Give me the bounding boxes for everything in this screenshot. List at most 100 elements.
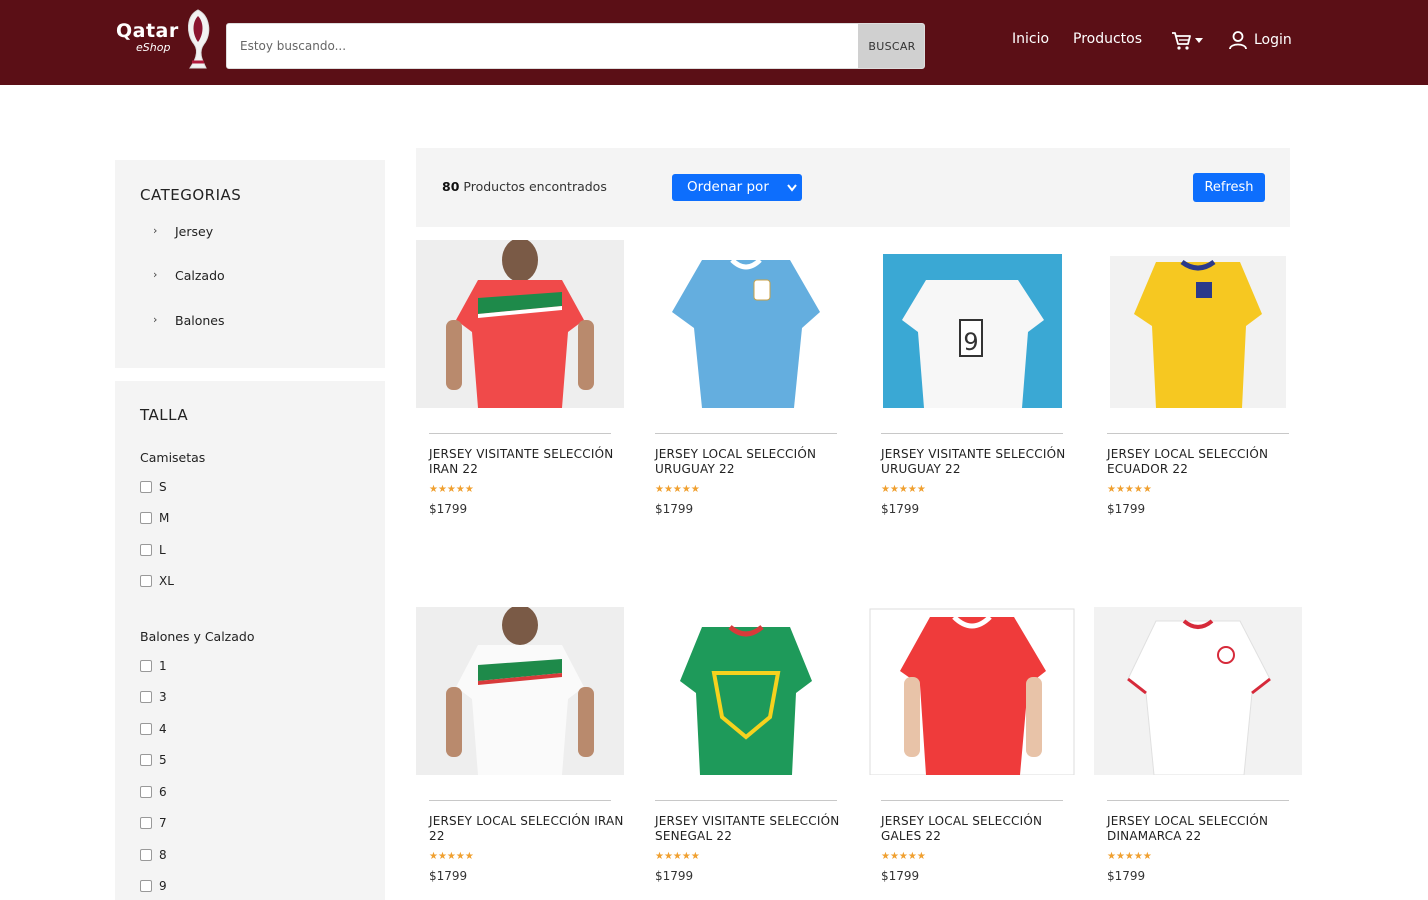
card-divider: [655, 800, 837, 801]
product-title[interactable]: JERSEY LOCAL SELECCIÓN ECUADOR 22: [1107, 447, 1307, 477]
card-divider: [429, 433, 611, 434]
size-label: L: [159, 543, 166, 557]
shopping-cart-icon: [1172, 32, 1191, 50]
camisetas-subtitle: Camisetas: [140, 450, 206, 465]
product-image-wales-home[interactable]: [868, 607, 1076, 775]
product-title[interactable]: JERSEY VISITANTE SELECCIÓN SENEGAL 22: [655, 814, 855, 844]
size-checkbox[interactable]: [140, 691, 152, 703]
categories-panel: CATEGORIAS › Jersey › Calzado › Balones: [115, 160, 385, 368]
size-checkbox[interactable]: [140, 575, 152, 587]
results-toolbar: 80 Productos encontrados Ordenar por Ref…: [416, 148, 1290, 227]
size-title: TALLA: [140, 406, 189, 424]
product-card[interactable]: 9 JERSEY VISITANTE SELECCIÓN URUGUAY 22 …: [868, 240, 1084, 530]
product-card[interactable]: JERSEY VISITANTE SELECCIÓN IRAN 22 ★★★★★…: [416, 240, 632, 530]
product-price: $1799: [429, 869, 468, 883]
card-divider: [881, 800, 1063, 801]
results-count-number: 80: [442, 179, 460, 194]
chevron-right-icon: ›: [153, 268, 158, 281]
world-cup-emblem-icon: [188, 9, 210, 69]
product-title[interactable]: JERSEY LOCAL SELECCIÓN IRAN 22: [429, 814, 629, 844]
caret-down-icon: [1195, 38, 1203, 43]
nav-link-productos[interactable]: Productos: [1073, 31, 1142, 51]
size-label: M: [159, 511, 170, 525]
product-price: $1799: [881, 502, 920, 516]
results-count: 80 Productos encontrados: [442, 179, 607, 194]
qatar-eshop-logo[interactable]: Qatar eShop: [114, 8, 216, 74]
product-price: $1799: [1107, 869, 1146, 883]
product-image-iran-home[interactable]: [416, 607, 624, 775]
size-checkbox[interactable]: [140, 817, 152, 829]
categories-title: CATEGORIAS: [140, 186, 242, 204]
rating-stars: ★★★★★: [1107, 484, 1152, 495]
product-title[interactable]: JERSEY VISITANTE SELECCIÓN URUGUAY 22: [881, 447, 1081, 477]
rating-stars: ★★★★★: [429, 484, 474, 495]
logo-text: Qatar: [116, 20, 179, 42]
size-label: 4: [159, 722, 167, 736]
product-title[interactable]: JERSEY LOCAL SELECCIÓN DINAMARCA 22: [1107, 814, 1307, 844]
rating-stars: ★★★★★: [881, 851, 926, 862]
size-checkbox[interactable]: [140, 754, 152, 766]
category-label: Jersey: [175, 224, 214, 239]
size-checkbox[interactable]: [140, 723, 152, 735]
logo-subtext: eShop: [136, 41, 171, 54]
product-card[interactable]: JERSEY LOCAL SELECCIÓN DINAMARCA 22 ★★★★…: [1094, 607, 1310, 897]
product-price: $1799: [881, 869, 920, 883]
size-checkbox[interactable]: [140, 481, 152, 493]
login-label: Login: [1254, 32, 1292, 48]
size-label: 5: [159, 753, 167, 767]
product-card[interactable]: JERSEY LOCAL SELECCIÓN URUGUAY 22 ★★★★★ …: [642, 240, 858, 530]
product-price: $1799: [655, 869, 694, 883]
results-count-label: Productos encontrados: [463, 179, 607, 194]
size-filter-panel: TALLA Camisetas S M L XL Balones y Calza…: [115, 381, 385, 900]
size-checkbox[interactable]: [140, 544, 152, 556]
search-input[interactable]: [227, 24, 858, 68]
svg-text:9: 9: [963, 328, 978, 356]
size-label: XL: [159, 574, 174, 588]
product-title[interactable]: JERSEY LOCAL SELECCIÓN URUGUAY 22: [655, 447, 855, 477]
size-label: 6: [159, 785, 167, 799]
product-image-uruguay-away[interactable]: 9: [868, 240, 1076, 408]
cart-dropdown[interactable]: [1171, 30, 1205, 52]
refresh-button[interactable]: Refresh: [1193, 173, 1265, 202]
chevron-right-icon: ›: [153, 313, 158, 326]
chevron-right-icon: ›: [153, 224, 158, 237]
size-checkbox[interactable]: [140, 660, 152, 672]
search-bar: BUSCAR: [226, 23, 925, 69]
product-card[interactable]: JERSEY LOCAL SELECCIÓN GALES 22 ★★★★★ $1…: [868, 607, 1084, 897]
sort-select[interactable]: Ordenar por: [672, 174, 802, 201]
product-image-denmark-away[interactable]: [1094, 607, 1302, 775]
product-price: $1799: [655, 502, 694, 516]
rating-stars: ★★★★★: [655, 484, 700, 495]
size-label: 1: [159, 659, 167, 673]
product-price: $1799: [1107, 502, 1146, 516]
size-checkbox[interactable]: [140, 849, 152, 861]
size-checkbox[interactable]: [140, 512, 152, 524]
category-label: Balones: [175, 313, 225, 328]
card-divider: [429, 800, 611, 801]
product-card[interactable]: JERSEY LOCAL SELECCIÓN IRAN 22 ★★★★★ $17…: [416, 607, 632, 897]
chevron-down-icon: [787, 184, 797, 192]
user-icon: [1229, 31, 1247, 50]
product-title[interactable]: JERSEY VISITANTE SELECCIÓN IRAN 22: [429, 447, 629, 477]
rating-stars: ★★★★★: [429, 851, 474, 862]
top-navbar: Qatar eShop BUSCAR Inicio Productos Logi…: [0, 0, 1428, 85]
product-image-iran-away[interactable]: [416, 240, 624, 408]
product-image-ecuador-home[interactable]: [1094, 240, 1302, 408]
size-label: 7: [159, 816, 167, 830]
product-card[interactable]: JERSEY VISITANTE SELECCIÓN SENEGAL 22 ★★…: [642, 607, 858, 897]
product-title[interactable]: JERSEY LOCAL SELECCIÓN GALES 22: [881, 814, 1081, 844]
size-checkbox[interactable]: [140, 880, 152, 892]
product-card[interactable]: JERSEY LOCAL SELECCIÓN ECUADOR 22 ★★★★★ …: [1094, 240, 1310, 530]
rating-stars: ★★★★★: [881, 484, 926, 495]
size-label: 3: [159, 690, 167, 704]
category-label: Calzado: [175, 268, 225, 283]
size-checkbox[interactable]: [140, 786, 152, 798]
search-button[interactable]: BUSCAR: [858, 24, 924, 68]
nav-link-inicio[interactable]: Inicio: [1012, 31, 1049, 51]
product-image-senegal-away[interactable]: [642, 607, 850, 775]
card-divider: [881, 433, 1063, 434]
login-link[interactable]: Login: [1228, 30, 1298, 52]
product-image-uruguay-home[interactable]: [642, 240, 850, 408]
size-label: S: [159, 480, 167, 494]
product-price: $1799: [429, 502, 468, 516]
